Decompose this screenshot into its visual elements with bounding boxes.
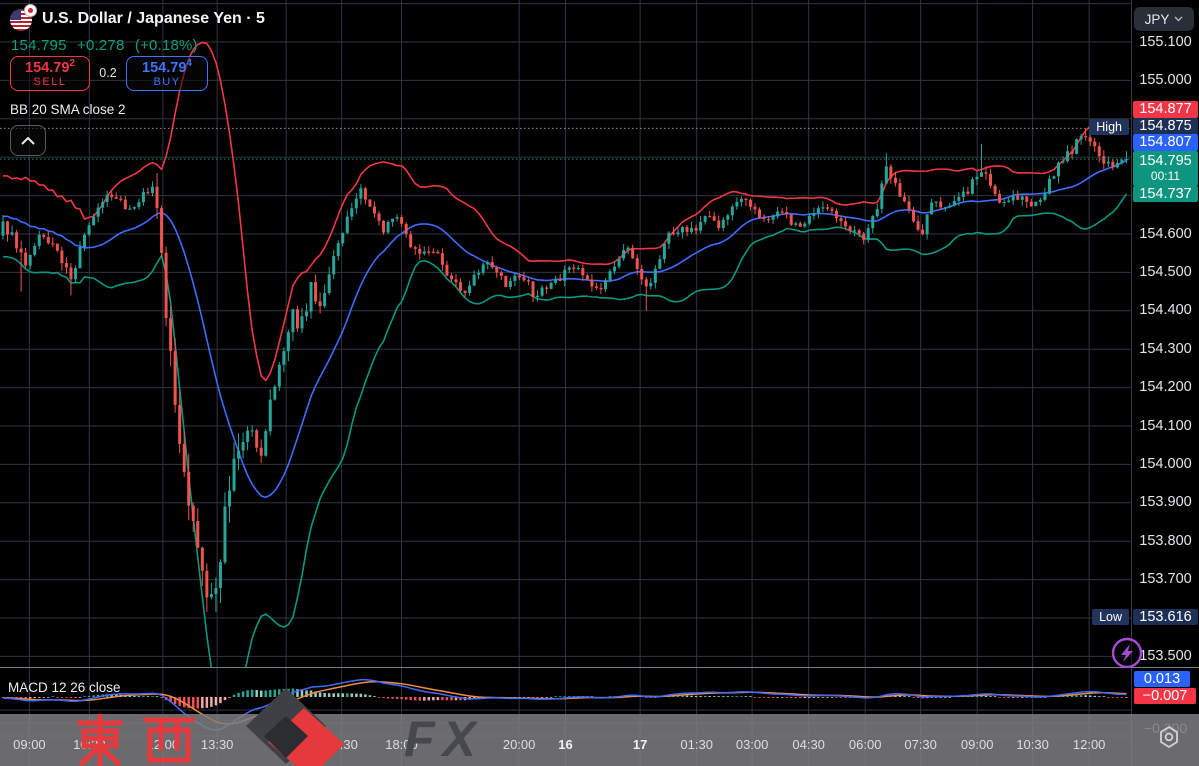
bb-indicator-label[interactable]: BB 20 SMA close 2 xyxy=(10,102,126,117)
low-marker-chip: Low xyxy=(1092,609,1129,625)
macd-value-badge: 0.013 xyxy=(1134,671,1190,687)
quote-row: 154.795 +0.278 (+0.18%) xyxy=(11,37,204,54)
quote-change-pct: (+0.18%) xyxy=(135,37,198,54)
price-axis-label: 154.400 xyxy=(1132,303,1199,318)
high-marker-chip: High xyxy=(1089,119,1129,135)
price-axis-label: 153.700 xyxy=(1132,572,1199,587)
trading-app: JPY 155.100155.000154.900154.800154.7001… xyxy=(0,0,1199,766)
sell-price: 154.79 xyxy=(25,60,69,76)
japan-flag-icon xyxy=(24,4,37,17)
sell-price-sup: 2 xyxy=(69,58,75,69)
bar-countdown: 00:11 xyxy=(1133,169,1198,183)
time-axis-label: 06:00 xyxy=(849,737,882,752)
price-chart-canvas[interactable] xyxy=(0,0,1199,766)
time-axis-label: 07:30 xyxy=(904,737,937,752)
buy-price-sup: 4 xyxy=(186,58,192,69)
last-price-badge: 154.795 00:11 xyxy=(1133,151,1198,186)
price-axis-label: 153.900 xyxy=(1132,495,1199,510)
candles xyxy=(2,128,1128,611)
pane-separator[interactable] xyxy=(0,667,1199,668)
time-axis-label: 17 xyxy=(633,737,647,752)
macd-hist-badge: −0.007 xyxy=(1134,688,1196,704)
time-axis-label: 09:00 xyxy=(961,737,994,752)
time-axis-label: 10:30 xyxy=(73,737,106,752)
time-axis-label: 15:00 xyxy=(270,737,303,752)
time-axis-overlay[interactable]: 09:00 10:30 12:00 13:30 15:00 16:30 18:00 20:00… xyxy=(0,714,1199,766)
session-high-badge: 154.875 xyxy=(1133,118,1198,134)
price-axis-label: 154.500 xyxy=(1132,265,1199,280)
macd-indicator-label[interactable]: MACD 12 26 close xyxy=(8,680,121,695)
time-axis-label: 09:00 xyxy=(13,737,46,752)
price-axis-label: 154.000 xyxy=(1132,457,1199,472)
buy-price: 154.79 xyxy=(142,60,186,76)
time-axis-label: 20:00 xyxy=(503,737,536,752)
time-axis-label: 12:00 xyxy=(147,737,180,752)
price-axis-label: 154.300 xyxy=(1132,342,1199,357)
currency-unit-label: JPY xyxy=(1145,12,1170,27)
price-axis-label: 153.800 xyxy=(1132,534,1199,549)
lightning-button[interactable] xyxy=(1109,635,1145,671)
time-axis-label: 16:30 xyxy=(325,737,358,752)
session-low-badge: 153.616 xyxy=(1133,609,1198,625)
bb-lower-badge: 154.737 xyxy=(1133,186,1198,202)
quote-change: +0.278 xyxy=(77,37,125,54)
chevron-up-icon xyxy=(21,137,35,145)
price-axis-label: 154.200 xyxy=(1132,380,1199,395)
currency-unit-dropdown[interactable]: JPY xyxy=(1134,7,1194,31)
bb-upper-badge: 154.877 xyxy=(1133,101,1198,118)
price-pane xyxy=(2,43,1128,718)
chevron-down-icon xyxy=(1174,16,1183,22)
price-axis-label: 154.100 xyxy=(1132,419,1199,434)
bb-basis-badge: 154.807 xyxy=(1133,134,1198,151)
price-axis-label: 154.600 xyxy=(1132,227,1199,242)
buy-label: BUY xyxy=(153,77,180,89)
time-axis-label: 16 xyxy=(558,737,572,752)
quote-last: 154.795 xyxy=(11,37,67,54)
last-price-value: 154.795 xyxy=(1133,153,1198,169)
spread-value: 0.2 xyxy=(94,66,122,80)
time-axis-label: 18:00 xyxy=(385,737,418,752)
time-axis-label: 03:00 xyxy=(736,737,769,752)
time-axis-label: 12:00 xyxy=(1073,737,1106,752)
price-axis-label: 155.000 xyxy=(1132,73,1199,88)
symbol-title[interactable]: U.S. Dollar / Japanese Yen · 5 xyxy=(42,10,265,28)
time-axis-label: 13:30 xyxy=(201,737,234,752)
time-axis-label: 04:30 xyxy=(792,737,825,752)
time-axis-label: 10:30 xyxy=(1016,737,1049,752)
axis-settings-gear-icon[interactable] xyxy=(1156,724,1182,750)
gridlines xyxy=(0,0,1131,766)
buy-button[interactable]: 154.794 BUY xyxy=(126,56,208,91)
sell-label: SELL xyxy=(34,77,67,89)
price-axis-label: 155.100 xyxy=(1132,35,1199,50)
collapse-legend-button[interactable] xyxy=(10,125,46,156)
time-axis-label: 01:30 xyxy=(680,737,713,752)
sell-button[interactable]: 154.792 SELL xyxy=(10,56,90,91)
